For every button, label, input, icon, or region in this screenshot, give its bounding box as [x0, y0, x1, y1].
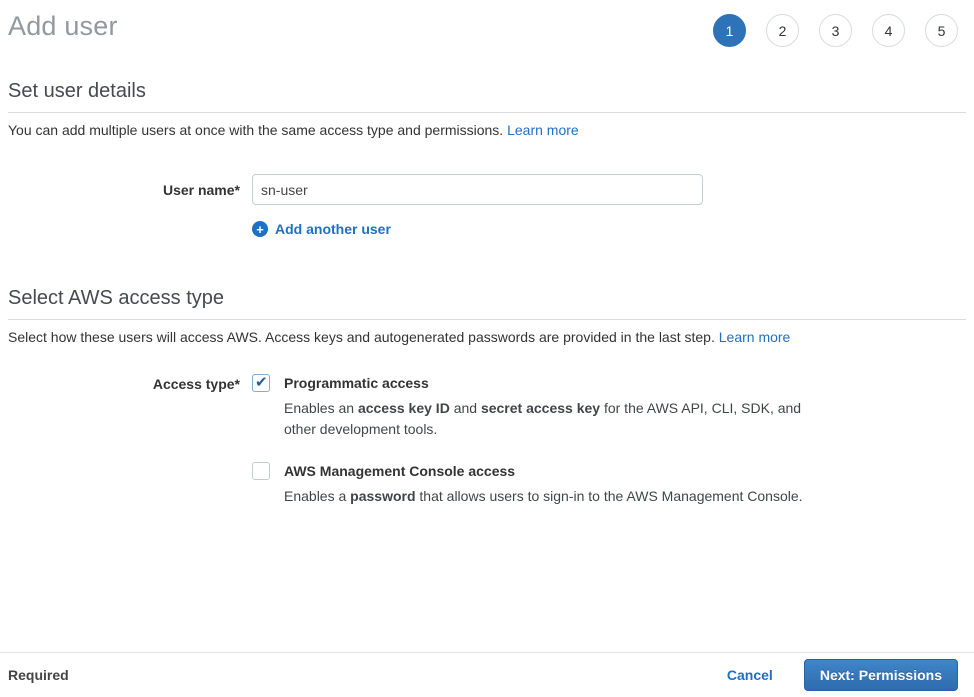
- access-type-row: Access type* Programmatic access Enables…: [0, 374, 974, 507]
- programmatic-access-title: Programmatic access: [284, 374, 816, 391]
- access-type-label: Access type*: [0, 374, 240, 392]
- add-another-user-link[interactable]: + Add another user: [252, 221, 391, 237]
- required-label: Required: [8, 667, 69, 683]
- access-type-description: Select how these users will access AWS. …: [8, 329, 966, 345]
- add-another-user-label[interactable]: Add another user: [275, 221, 391, 237]
- learn-more-link-access-type[interactable]: Learn more: [719, 329, 791, 345]
- step-indicator-1: 1: [713, 14, 746, 47]
- step-indicator-5: 5: [925, 14, 958, 47]
- wizard-footer: Required Cancel Next: Permissions: [0, 652, 974, 697]
- programmatic-access-option: Programmatic access Enables an access ke…: [252, 374, 816, 440]
- add-icon[interactable]: +: [252, 221, 268, 237]
- access-type-heading: Select AWS access type: [8, 287, 966, 310]
- section-divider: [8, 112, 966, 113]
- wizard-steps: 1 2 3 4 5: [713, 14, 958, 47]
- user-name-label: User name*: [0, 174, 240, 198]
- user-name-row: User name*: [0, 174, 974, 205]
- step-indicator-2: 2: [766, 14, 799, 47]
- set-user-details-heading: Set user details: [8, 80, 966, 103]
- page-title: Add user: [8, 11, 118, 42]
- cancel-button[interactable]: Cancel: [727, 667, 773, 683]
- user-details-description-text: You can add multiple users at once with …: [8, 122, 503, 138]
- console-access-title: AWS Management Console access: [284, 462, 803, 479]
- next-permissions-button[interactable]: Next: Permissions: [804, 659, 958, 691]
- checkbox-console-access[interactable]: [252, 462, 270, 480]
- step-indicator-4: 4: [872, 14, 905, 47]
- page-header: Add user 1 2 3 4 5: [0, 0, 974, 47]
- user-details-description: You can add multiple users at once with …: [8, 122, 966, 138]
- user-name-input[interactable]: [252, 174, 703, 205]
- learn-more-link-user-details[interactable]: Learn more: [507, 122, 579, 138]
- add-user-page: Add user 1 2 3 4 5 Set user details You …: [0, 0, 974, 697]
- programmatic-access-description: Enables an access key ID and secret acce…: [284, 398, 816, 440]
- step-indicator-3: 3: [819, 14, 852, 47]
- checkbox-programmatic-access[interactable]: [252, 374, 270, 392]
- access-type-description-text: Select how these users will access AWS. …: [8, 329, 715, 345]
- section-divider: [8, 319, 966, 320]
- console-access-option: AWS Management Console access Enables a …: [252, 462, 816, 507]
- console-access-description: Enables a password that allows users to …: [284, 486, 803, 507]
